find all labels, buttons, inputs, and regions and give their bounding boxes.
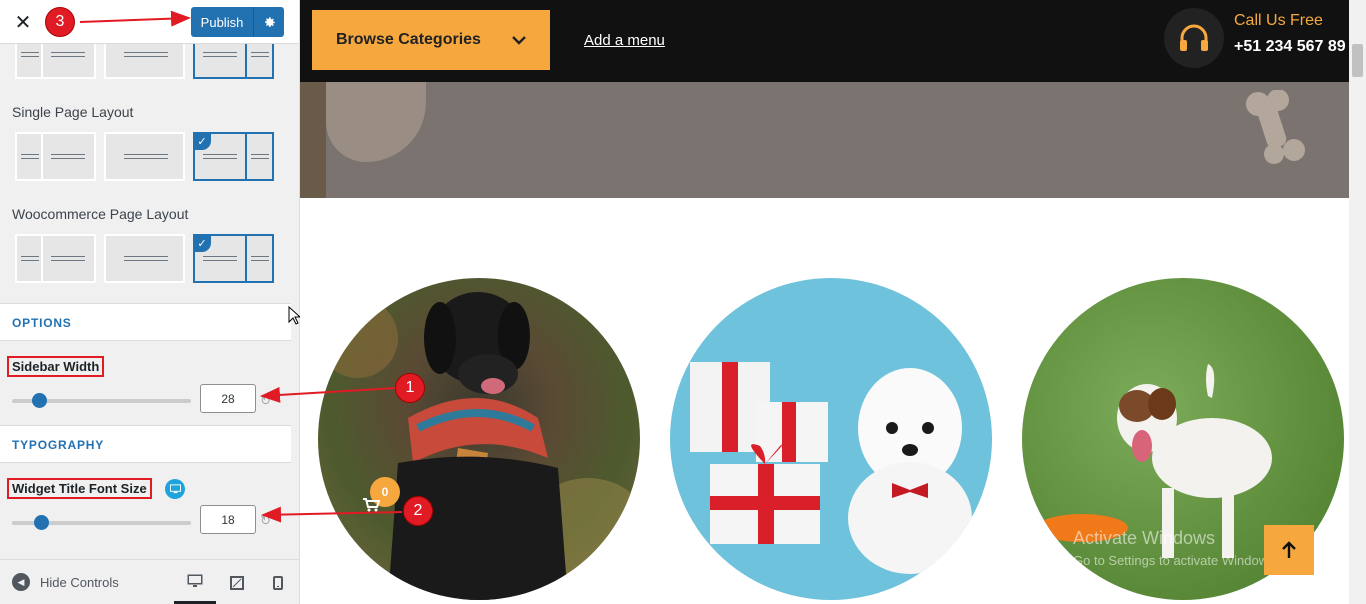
hero-edge bbox=[300, 82, 326, 198]
options-section-title: OPTIONS bbox=[12, 316, 72, 330]
browse-categories-button[interactable]: Browse Categories bbox=[312, 10, 550, 70]
headphones-icon bbox=[1164, 8, 1224, 68]
call-us-label: Call Us Free bbox=[1234, 12, 1323, 29]
phone-number[interactable]: +51 234 567 89 bbox=[1234, 38, 1346, 56]
collapse-icon: ◀ bbox=[12, 573, 30, 591]
sidebar-width-input[interactable] bbox=[200, 384, 256, 413]
publish-group: Publish bbox=[191, 7, 284, 37]
publish-settings-button[interactable] bbox=[254, 7, 284, 37]
category-image-black-dog[interactable] bbox=[318, 278, 640, 600]
layout-option-right-sidebar[interactable] bbox=[193, 44, 274, 79]
typography-section-header: TYPOGRAPHY bbox=[0, 425, 291, 463]
check-icon: ✓ bbox=[193, 132, 211, 150]
site-header: Browse Categories Add a menu Call Us Fre… bbox=[300, 0, 1349, 82]
customizer-footer: ◀ Hide Controls bbox=[0, 559, 299, 604]
annotation-badge: 2 bbox=[403, 496, 433, 526]
hide-controls-label: Hide Controls bbox=[40, 574, 119, 590]
sidebar-width-slider[interactable] bbox=[12, 393, 191, 408]
scroll-to-top-button[interactable] bbox=[1264, 525, 1314, 575]
call-us-block: Call Us Free +51 234 567 89 bbox=[1164, 8, 1349, 68]
dog-bone-image bbox=[1246, 90, 1305, 164]
customizer-controls: Single Page Layout ✓ Woocommerce Page La… bbox=[0, 44, 299, 559]
woocommerce-page-layout-options: ✓ bbox=[15, 234, 274, 283]
gear-icon bbox=[264, 16, 275, 27]
scrollbar-thumb[interactable] bbox=[1352, 44, 1363, 77]
single-page-layout-options: ✓ bbox=[15, 132, 274, 181]
layout-option-full-width[interactable] bbox=[104, 44, 185, 79]
mobile-icon bbox=[273, 575, 283, 590]
reset-icon[interactable]: ↻ bbox=[260, 514, 274, 528]
widget-title-font-size-slider[interactable] bbox=[12, 515, 191, 530]
slider-handle[interactable] bbox=[34, 515, 49, 530]
windows-watermark-title: Activate Windows bbox=[1073, 528, 1216, 548]
hero-image bbox=[326, 82, 426, 162]
layout-option-right-sidebar[interactable]: ✓ bbox=[193, 234, 274, 283]
preview-scrollbar[interactable] bbox=[1349, 0, 1366, 604]
browse-categories-label: Browse Categories bbox=[336, 31, 481, 48]
check-icon: ✓ bbox=[193, 234, 211, 252]
layout-option-full-width[interactable] bbox=[104, 132, 185, 181]
arrow-up-icon bbox=[1282, 541, 1296, 558]
desktop-preview-icon[interactable] bbox=[165, 479, 185, 499]
desktop-icon bbox=[187, 574, 203, 587]
annotation-badge: 1 bbox=[395, 373, 425, 403]
layout-option-right-sidebar[interactable]: ✓ bbox=[193, 132, 274, 181]
category-image-white-dog-gifts[interactable] bbox=[670, 278, 992, 600]
typography-section-title: TYPOGRAPHY bbox=[12, 438, 105, 452]
reset-icon[interactable]: ↻ bbox=[260, 394, 274, 408]
mouse-cursor-icon bbox=[288, 306, 300, 325]
blog-layout-options bbox=[15, 44, 274, 79]
widget-title-font-size-label: Widget Title Font Size bbox=[7, 478, 152, 499]
tablet-device-button[interactable] bbox=[216, 560, 258, 604]
add-a-menu-link[interactable]: Add a menu bbox=[584, 32, 665, 49]
hero-banner bbox=[300, 82, 1349, 198]
chevron-down-icon bbox=[512, 32, 526, 48]
mobile-device-button[interactable] bbox=[257, 560, 299, 604]
site-preview: Browse Categories Add a menu Call Us Fre… bbox=[300, 0, 1349, 604]
widget-title-font-size-input[interactable] bbox=[200, 505, 256, 534]
publish-button[interactable]: Publish bbox=[191, 7, 254, 37]
close-button[interactable]: ✕ bbox=[0, 0, 46, 44]
slider-handle[interactable] bbox=[32, 393, 47, 408]
layout-option-left-sidebar[interactable] bbox=[15, 132, 96, 181]
cart-icon[interactable] bbox=[362, 498, 380, 512]
customizer-sidebar: ✕ Publish Single Page Layout ✓ Woocommer… bbox=[0, 0, 300, 604]
woocommerce-page-layout-title: Woocommerce Page Layout bbox=[12, 206, 189, 222]
layout-option-left-sidebar[interactable] bbox=[15, 234, 96, 283]
screen: ✕ Publish Single Page Layout ✓ Woocommer… bbox=[0, 0, 1366, 604]
hide-controls-button[interactable]: ◀ Hide Controls bbox=[12, 573, 119, 591]
tablet-icon bbox=[230, 575, 244, 590]
windows-watermark-subtitle: Go to Settings to activate Windows. bbox=[1073, 553, 1279, 568]
desktop-device-button[interactable] bbox=[174, 560, 216, 604]
annotation-badge: 3 bbox=[45, 7, 75, 37]
layout-option-left-sidebar[interactable] bbox=[15, 44, 96, 79]
single-page-layout-title: Single Page Layout bbox=[12, 104, 134, 120]
sidebar-width-label: Sidebar Width bbox=[7, 356, 105, 377]
options-section-header: OPTIONS bbox=[0, 303, 291, 341]
layout-option-full-width[interactable] bbox=[104, 234, 185, 283]
